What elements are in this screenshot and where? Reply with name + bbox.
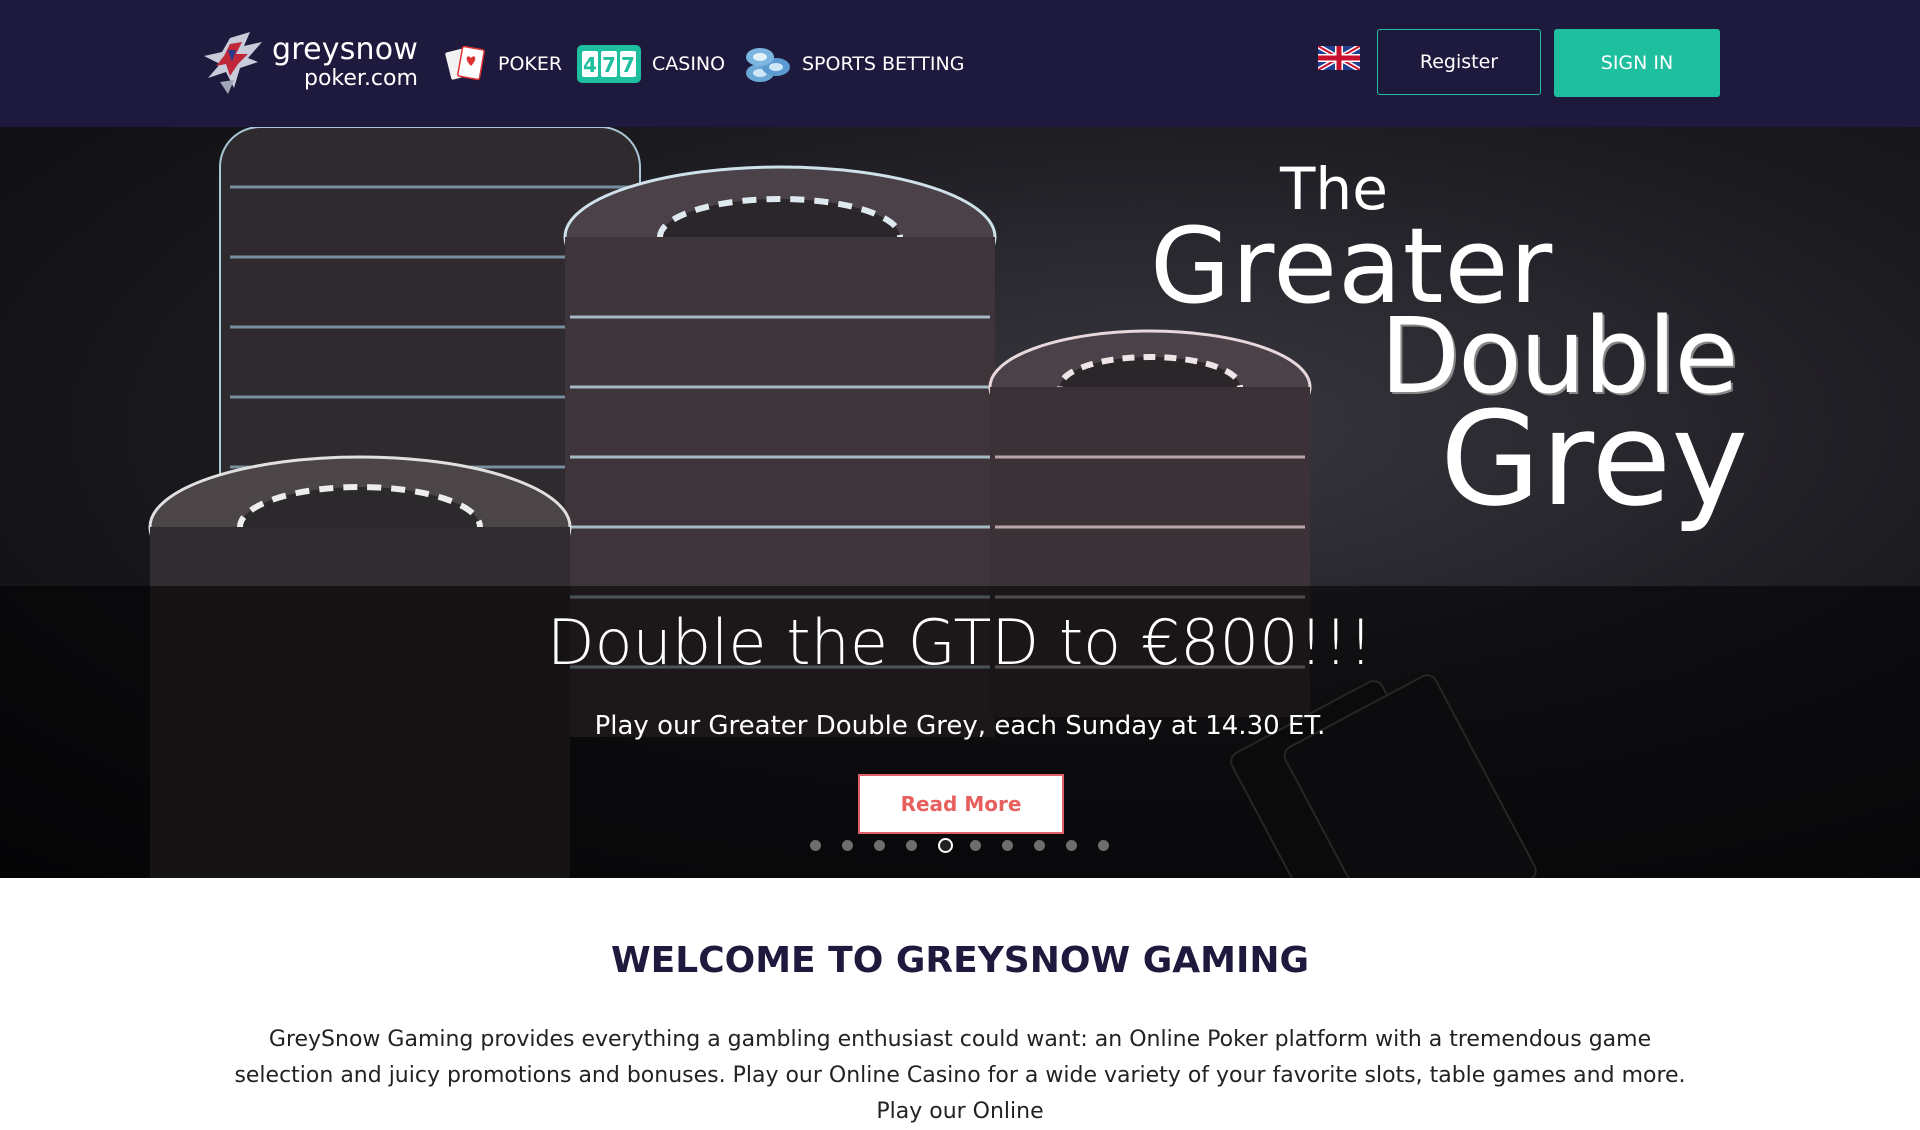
sign-in-button[interactable]: SIGN IN	[1554, 29, 1720, 97]
read-more-button[interactable]: Read More	[858, 774, 1064, 834]
svg-text:4: 4	[583, 53, 597, 77]
carousel-dot[interactable]	[1002, 840, 1013, 851]
svg-text:7: 7	[602, 53, 616, 77]
carousel-dot[interactable]	[874, 840, 885, 851]
slot-777-icon: 4 7 7	[577, 45, 641, 83]
logo-text-domain: poker.com	[304, 66, 418, 91]
art-title-grey: Grey	[1440, 383, 1749, 535]
carousel-dots	[810, 838, 1110, 856]
top-header: greysnow poker.com POKER 4 7 7 CASINO SP…	[0, 0, 1920, 127]
nav-casino[interactable]: 4 7 7 CASINO	[576, 42, 725, 86]
hero-headline: Double the GTD to €800!!!	[546, 606, 1374, 679]
hero-banner: The Greater Double Grey Double the GTD t…	[0, 127, 1920, 878]
carousel-dot[interactable]	[906, 840, 917, 851]
carousel-dot[interactable]	[1034, 840, 1045, 851]
nav-casino-label: CASINO	[652, 53, 726, 75]
logo-text-main: greysnow	[272, 32, 419, 67]
promo-art-title: The Greater Double Grey	[1010, 155, 1748, 555]
hero-subtitle: Play our Greater Double Grey, each Sunda…	[594, 711, 1326, 741]
carousel-dot[interactable]	[970, 840, 981, 851]
site-logo[interactable]: greysnow poker.com	[200, 28, 419, 100]
nav-poker-label: POKER	[498, 53, 563, 75]
eagle-logo-icon	[204, 32, 262, 94]
carousel-dot[interactable]	[810, 840, 821, 851]
svg-text:7: 7	[621, 53, 635, 77]
carousel-dot[interactable]	[1066, 840, 1077, 851]
welcome-paragraph: GreySnow Gaming provides everything a ga…	[234, 1027, 1686, 1124]
carousel-dot-active[interactable]	[938, 838, 953, 853]
register-button[interactable]: Register	[1377, 29, 1541, 95]
nav-poker[interactable]: POKER	[444, 42, 562, 86]
welcome-heading: WELCOME TO GREYSNOW GAMING	[610, 940, 1310, 981]
uk-flag-icon[interactable]	[1318, 46, 1360, 70]
nav-sports-betting-label: SPORTS BETTING	[802, 53, 965, 75]
carousel-dot[interactable]	[1098, 840, 1109, 851]
nav-sports-betting[interactable]: SPORTS BETTING	[744, 42, 964, 86]
chip-stack-icon	[746, 48, 790, 82]
carousel-dot[interactable]	[842, 840, 853, 851]
playing-cards-icon	[445, 45, 485, 81]
